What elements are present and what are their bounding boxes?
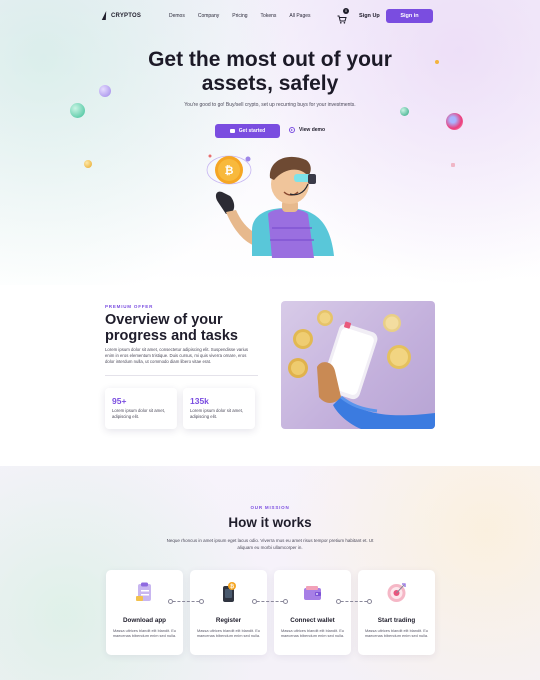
view-demo-label: View demo bbox=[299, 127, 326, 133]
step-card-start-trading bbox=[358, 570, 435, 655]
step-title: Download app bbox=[122, 617, 167, 624]
decorative-coin bbox=[99, 85, 111, 97]
phone-hand-icon bbox=[288, 310, 435, 429]
overview-divider bbox=[105, 375, 258, 376]
hero-character-illustration: ₿ bbox=[206, 154, 334, 258]
connector-dot bbox=[336, 599, 341, 604]
how-section-background bbox=[0, 466, 540, 680]
menu-item-pricing[interactable]: Pricing bbox=[232, 13, 247, 19]
logo-text: CRYPTOS bbox=[111, 12, 142, 19]
overview-title: Overview of your progress and tasks bbox=[105, 312, 238, 344]
main-menu: Demos Company Pricing Tokens All Pages bbox=[169, 13, 311, 19]
phone-bitcoin-icon: ₿ bbox=[223, 582, 236, 602]
card-icon bbox=[229, 129, 235, 133]
clipboard-icon bbox=[136, 582, 151, 601]
decorative-coin bbox=[446, 113, 463, 130]
overview-eyebrow: PREMIUM OFFER bbox=[105, 304, 154, 309]
decorative-coin bbox=[84, 160, 92, 168]
connector-dot bbox=[168, 599, 173, 604]
step-description: Massa ultrices blandit elit blandit. Eu … bbox=[364, 628, 429, 639]
how-subtitle: Neque rhoncus in amet ipsum eget lacus o… bbox=[166, 538, 374, 550]
step-connector bbox=[168, 599, 204, 604]
stat-description: Lorem ipsum dolor sit amet, adipiscing e… bbox=[112, 408, 166, 419]
stat-value: 135k bbox=[190, 396, 209, 406]
cart-count-badge: 0 bbox=[343, 8, 349, 14]
get-started-button[interactable]: Get started bbox=[215, 124, 280, 138]
stat-value: 95+ bbox=[112, 396, 127, 406]
target-icon bbox=[387, 583, 406, 602]
signup-link[interactable]: Sign Up bbox=[359, 13, 380, 19]
connector-dot bbox=[367, 599, 372, 604]
top-nav: CRYPTOS Demos Company Pricing Tokens All… bbox=[0, 0, 540, 32]
overview-text: Lorem ipsum dolor sit amet, consectetur … bbox=[105, 347, 249, 364]
connector-dot bbox=[199, 599, 204, 604]
menu-item-tokens[interactable]: Tokens bbox=[261, 13, 277, 19]
get-started-label: Get started bbox=[238, 128, 266, 134]
how-title: How it works bbox=[228, 515, 312, 530]
signin-button[interactable]: Sign in bbox=[386, 9, 433, 23]
svg-text:₿: ₿ bbox=[225, 165, 234, 177]
how-eyebrow: OUR MISSION bbox=[250, 505, 290, 510]
logo[interactable]: CRYPTOS bbox=[102, 11, 141, 20]
menu-item-all-pages[interactable]: All Pages bbox=[289, 13, 310, 19]
view-demo-button[interactable]: View demo bbox=[289, 127, 325, 133]
hero-subtitle: You're good to go! Buy/sell crypto, set … bbox=[184, 102, 356, 108]
stat-card: 95+ Lorem ipsum dolor sit amet, adipisci… bbox=[105, 388, 177, 429]
step-title: Connect wallet bbox=[290, 617, 335, 624]
decorative-coin bbox=[400, 107, 409, 116]
menu-item-company[interactable]: Company bbox=[198, 13, 219, 19]
wallet-icon bbox=[304, 586, 321, 600]
step-connector bbox=[336, 599, 372, 604]
step-description: Massa ultrices blandit elit blandit. Eu … bbox=[196, 628, 261, 639]
step-description: Massa ultrices blandit elit blandit. Eu … bbox=[112, 628, 177, 639]
cart-icon bbox=[337, 15, 347, 24]
step-connector bbox=[252, 599, 288, 604]
decorative-coin bbox=[435, 60, 439, 64]
step-card-download-app bbox=[106, 570, 183, 655]
step-title: Register bbox=[215, 617, 242, 624]
cart-button[interactable]: 0 bbox=[337, 8, 349, 24]
stat-description: Lorem ipsum dolor sit amet, adipiscing e… bbox=[190, 408, 244, 419]
step-card-connect-wallet bbox=[274, 570, 351, 655]
connector-dot bbox=[283, 599, 288, 604]
stat-card: 135k Lorem ipsum dolor sit amet, adipisc… bbox=[183, 388, 255, 429]
lightning-logo-icon bbox=[102, 11, 108, 20]
decorative-coin bbox=[451, 163, 455, 167]
play-circle-icon bbox=[289, 127, 295, 133]
connector-dot bbox=[252, 599, 257, 604]
decorative-coin bbox=[70, 103, 85, 118]
svg-text:₿: ₿ bbox=[230, 583, 234, 590]
hero-title: Get the most out of your assets, safely bbox=[148, 48, 392, 95]
step-card-register: ₿ bbox=[190, 570, 267, 655]
menu-item-demos[interactable]: Demos bbox=[169, 13, 185, 19]
step-description: Massa ultrices blandit elit blandit. Eu … bbox=[280, 628, 345, 639]
phone-hand-coins-illustration bbox=[281, 301, 435, 429]
step-title: Start trading bbox=[377, 617, 416, 624]
